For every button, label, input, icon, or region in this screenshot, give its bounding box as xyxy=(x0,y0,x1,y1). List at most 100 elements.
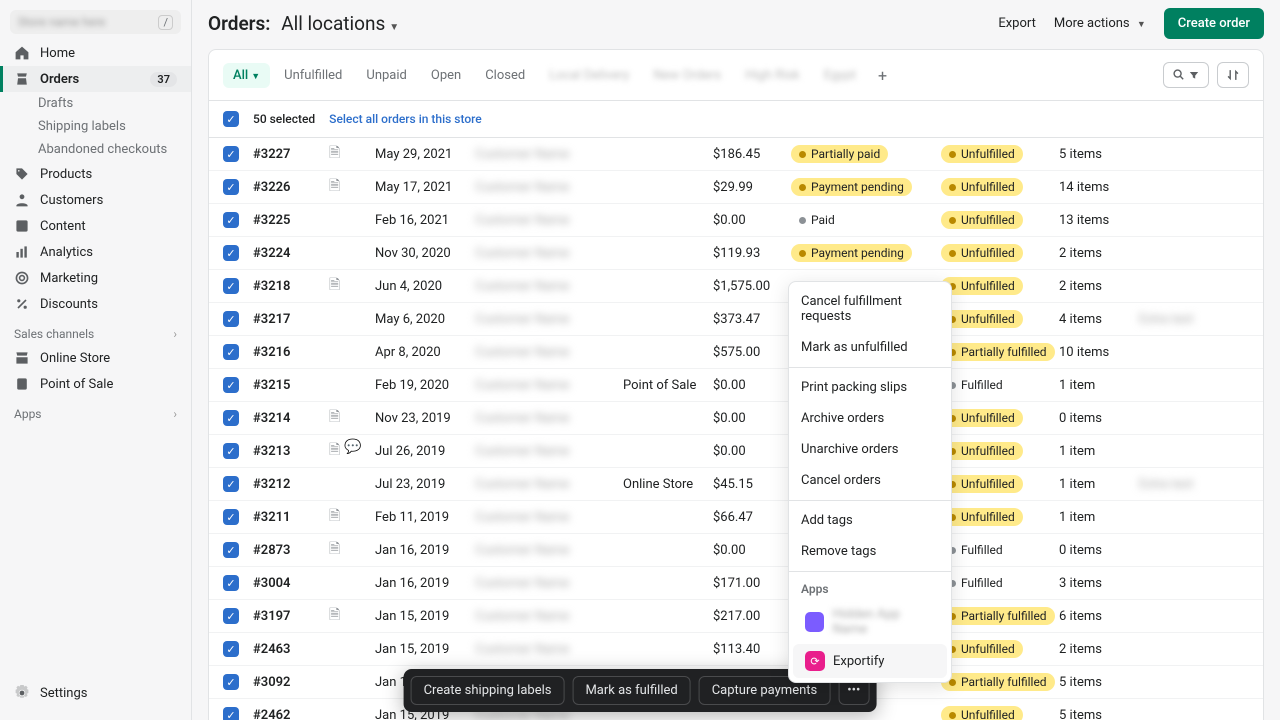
nav-drafts[interactable]: Drafts xyxy=(0,92,191,115)
order-id: #3224 xyxy=(253,246,329,261)
order-id: #3197 xyxy=(253,609,329,624)
search-filter-button[interactable] xyxy=(1163,62,1209,88)
note-icon: 🗎 xyxy=(329,274,340,298)
table-row[interactable]: ✓#3197🗎Jan 15, 2019Customer Name$217.00P… xyxy=(209,600,1263,633)
menu-mark-unfulfilled[interactable]: Mark as unfulfilled xyxy=(789,332,951,363)
sort-button[interactable] xyxy=(1217,62,1249,88)
order-date: Nov 30, 2020 xyxy=(375,246,475,261)
menu-remove-tags[interactable]: Remove tags xyxy=(789,536,951,567)
nav-orders[interactable]: Orders 37 xyxy=(0,66,191,92)
select-all-checkbox[interactable]: ✓ xyxy=(223,111,239,127)
menu-app-exportify[interactable]: ⟳ Exportify xyxy=(793,644,947,678)
nav-settings[interactable]: Settings xyxy=(0,680,192,706)
nav-online-store[interactable]: Online Store xyxy=(0,345,191,371)
tab-all[interactable]: All▼ xyxy=(223,63,270,88)
more-actions[interactable]: More actions ▼ xyxy=(1054,16,1146,31)
menu-apps-header: Apps xyxy=(789,576,951,600)
note-icon: 🗎 xyxy=(329,142,340,166)
add-view-button[interactable]: + xyxy=(870,64,895,87)
export-link[interactable]: Export xyxy=(998,16,1036,31)
row-checkbox[interactable]: ✓ xyxy=(223,278,239,294)
table-row[interactable]: ✓#3224Nov 30, 2020Customer Name$119.93Pa… xyxy=(209,237,1263,270)
table-row[interactable]: ✓#3218🗎Jun 4, 2020Customer Name$1,575.00… xyxy=(209,270,1263,303)
nav-shipping-labels[interactable]: Shipping labels xyxy=(0,115,191,138)
menu-add-tags[interactable]: Add tags xyxy=(789,505,951,536)
items-cell: 1 item xyxy=(1059,477,1139,492)
tab-custom[interactable]: High Risk xyxy=(735,63,810,88)
order-date: May 29, 2021 xyxy=(375,147,475,162)
create-order-button[interactable]: Create order xyxy=(1164,8,1264,39)
row-checkbox[interactable]: ✓ xyxy=(223,344,239,360)
customer-cell: Customer Name xyxy=(475,477,623,492)
row-checkbox[interactable]: ✓ xyxy=(223,707,239,720)
menu-archive[interactable]: Archive orders xyxy=(789,403,951,434)
table-row[interactable]: ✓#3227🗎May 29, 2021Customer Name$186.45P… xyxy=(209,138,1263,171)
nav-content[interactable]: Content xyxy=(0,213,191,239)
row-checkbox[interactable]: ✓ xyxy=(223,443,239,459)
order-id: #3216 xyxy=(253,345,329,360)
row-checkbox[interactable]: ✓ xyxy=(223,146,239,162)
order-id: #3227 xyxy=(253,147,329,162)
menu-cancel-fulfillment[interactable]: Cancel fulfillment requests xyxy=(789,286,951,332)
table-row[interactable]: ✓#2463Jan 15, 2019Customer Name$113.40Un… xyxy=(209,633,1263,666)
items-cell: 0 items xyxy=(1059,543,1139,558)
tab-custom[interactable]: New Orders xyxy=(643,63,731,88)
customer-cell: Customer Name xyxy=(475,642,623,657)
nav-pos[interactable]: Point of Sale xyxy=(0,371,191,397)
table-row[interactable]: ✓#3217May 6, 2020Customer Name$373.47Unf… xyxy=(209,303,1263,336)
table-row[interactable]: ✓#3212Jul 23, 2019Customer NameOnline St… xyxy=(209,468,1263,501)
row-checkbox[interactable]: ✓ xyxy=(223,179,239,195)
select-all-store-link[interactable]: Select all orders in this store xyxy=(329,112,482,126)
tab-closed[interactable]: Closed xyxy=(475,63,535,88)
tab-unpaid[interactable]: Unpaid xyxy=(356,63,416,88)
nav-abandoned[interactable]: Abandoned checkouts xyxy=(0,138,191,161)
table-row[interactable]: ✓#3226🗎May 17, 2021Customer Name$29.99Pa… xyxy=(209,171,1263,204)
row-checkbox[interactable]: ✓ xyxy=(223,245,239,261)
table-row[interactable]: ✓#3216Apr 8, 2020Customer Name$575.00Par… xyxy=(209,336,1263,369)
nav-home[interactable]: Home xyxy=(0,40,191,66)
row-checkbox[interactable]: ✓ xyxy=(223,377,239,393)
table-row[interactable]: ✓#2873🗎Jan 16, 2019Customer Name$0.00Ful… xyxy=(209,534,1263,567)
apps-header[interactable]: Apps › xyxy=(0,397,191,425)
nav-marketing[interactable]: Marketing xyxy=(0,265,191,291)
row-checkbox[interactable]: ✓ xyxy=(223,641,239,657)
location-selector[interactable]: All locations▼ xyxy=(281,12,399,35)
table-row[interactable]: ✓#3214🗎Nov 23, 2019Customer Name$0.00Unf… xyxy=(209,402,1263,435)
tab-unfulfilled[interactable]: Unfulfilled xyxy=(274,63,352,88)
menu-cancel-orders[interactable]: Cancel orders xyxy=(789,465,951,496)
bulk-create-labels[interactable]: Create shipping labels xyxy=(411,676,565,705)
tab-custom[interactable]: Local Delivery xyxy=(539,63,639,88)
row-checkbox[interactable]: ✓ xyxy=(223,212,239,228)
sales-channels-header[interactable]: Sales channels › xyxy=(0,317,191,345)
row-checkbox[interactable]: ✓ xyxy=(223,575,239,591)
table-row[interactable]: ✓#3211🗎Feb 11, 2019Customer Name$66.47Un… xyxy=(209,501,1263,534)
row-checkbox[interactable]: ✓ xyxy=(223,410,239,426)
row-checkbox[interactable]: ✓ xyxy=(223,542,239,558)
table-row[interactable]: ✓#3213🗎💬Jul 26, 2019Customer Name$0.00Un… xyxy=(209,435,1263,468)
tab-open[interactable]: Open xyxy=(421,63,471,88)
note-icon: 🗎 xyxy=(329,604,340,628)
channel-cell: Online Store xyxy=(623,477,713,492)
fulfillment-status: Unfulfilled xyxy=(941,508,1059,526)
total-cell: $0.00 xyxy=(713,411,791,426)
bulk-mark-fulfilled[interactable]: Mark as fulfilled xyxy=(572,676,690,705)
row-checkbox[interactable]: ✓ xyxy=(223,509,239,525)
nav-discounts[interactable]: Discounts xyxy=(0,291,191,317)
nav-analytics[interactable]: Analytics xyxy=(0,239,191,265)
menu-print-packing[interactable]: Print packing slips xyxy=(789,372,951,403)
global-search[interactable]: Store name here / xyxy=(10,10,181,34)
table-row[interactable]: ✓#3004Jan 16, 2019Customer Name$171.00Fu… xyxy=(209,567,1263,600)
menu-app-1[interactable]: Hidden App Name xyxy=(793,600,947,644)
order-date: Jan 16, 2019 xyxy=(375,543,475,558)
row-checkbox[interactable]: ✓ xyxy=(223,311,239,327)
order-id: #3211 xyxy=(253,510,329,525)
tab-custom[interactable]: Egypt xyxy=(814,63,866,88)
nav-products[interactable]: Products xyxy=(0,161,191,187)
row-checkbox[interactable]: ✓ xyxy=(223,674,239,690)
row-checkbox[interactable]: ✓ xyxy=(223,608,239,624)
table-row[interactable]: ✓#3225Feb 16, 2021Customer Name$0.00Paid… xyxy=(209,204,1263,237)
nav-customers[interactable]: Customers xyxy=(0,187,191,213)
table-row[interactable]: ✓#3215Feb 19, 2020Customer NamePoint of … xyxy=(209,369,1263,402)
row-checkbox[interactable]: ✓ xyxy=(223,476,239,492)
menu-unarchive[interactable]: Unarchive orders xyxy=(789,434,951,465)
